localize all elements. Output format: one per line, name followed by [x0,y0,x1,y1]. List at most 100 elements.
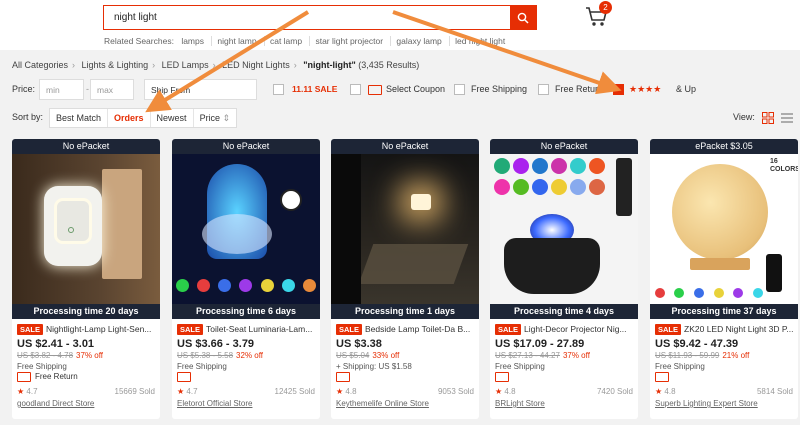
shipping-info: Free Shipping [655,362,705,371]
sort-options: Best Match Orders Newest Price ⇕ [49,108,238,128]
product-title[interactable]: Nightlight-Lamp Light-Sen... [46,324,151,334]
sale-checkbox[interactable] [273,84,284,95]
search-icon [517,12,529,24]
breadcrumb-item[interactable]: All Categories [12,60,68,70]
rating-value: 4.8 [345,387,357,396]
cart-count-badge: 2 [599,1,612,14]
star-icon: ★ [495,387,503,396]
sort-newest[interactable]: Newest [151,109,194,127]
original-price: US $5.38 - 5.58 [177,351,234,360]
ship-from-select[interactable]: Ship From [144,79,257,100]
sold-count: 9053 Sold [437,387,474,396]
related-search-link[interactable]: galaxy lamp [390,36,442,46]
view-label: View: [733,112,755,122]
sale-tag: SALE [17,324,44,335]
rating-checkbox[interactable] [613,84,624,95]
product-title[interactable]: ZK20 LED Night Light 3D P... [684,324,793,334]
related-search-link[interactable]: led night light [449,36,506,46]
shipping-band: ePacket $3.05 [650,139,798,154]
product-image[interactable]: 16 COLORS [650,154,798,304]
shipping-info: Free Shipping [495,362,545,371]
breadcrumb-item[interactable]: Lights & Lighting [82,60,149,70]
rating-value: 4.8 [504,387,516,396]
sale-tag: SALE [336,324,363,335]
coupon-icon [368,85,382,95]
star-icon: ★ [17,387,25,396]
sale-tag: SALE [655,324,682,335]
processing-time: Processing time 37 days [650,304,798,319]
product-card[interactable]: No ePacket Processing time 1 days SALE Be… [331,139,479,419]
store-link[interactable]: Keythemelife Online Store [336,399,474,408]
price-min-input[interactable]: min [39,79,84,100]
related-search-link[interactable]: cat lamp [263,36,303,46]
product-image[interactable] [12,154,160,304]
product-title[interactable]: Light-Decor Projector Nig... [524,324,627,334]
product-price: US $9.42 - 47.39 [655,338,739,350]
sort-label: Sort by: [12,112,44,122]
related-search-link[interactable]: lamps [181,36,204,46]
breadcrumb-item[interactable]: LED Night Lights [222,60,290,70]
discount: 37% off [562,351,590,360]
discount: 37% off [76,351,104,360]
related-search-link[interactable]: night lamp [211,36,257,46]
product-card[interactable]: No ePacket Processing time 6 days SALE To… [172,139,320,419]
product-image[interactable] [490,154,638,304]
filter-bar: Price: min - max Ship From 11.11 SALE Se… [12,79,792,101]
sort-price-label: Price [199,113,221,123]
sort-orders[interactable]: Orders [108,109,151,127]
related-searches-label: Related Searches: [104,36,174,46]
sort-price[interactable]: Price ⇕ [194,109,237,127]
shipping-band: No ePacket [331,139,479,154]
rating-value: 4.7 [186,387,198,396]
breadcrumb-item[interactable]: LED Lamps [162,60,209,70]
product-card[interactable]: ePacket $3.05 16 COLORS Processing time … [650,139,798,419]
price-label: Price: [12,84,36,94]
coupon-icon [336,372,350,383]
product-image[interactable] [331,154,479,304]
product-image[interactable] [172,154,320,304]
rating-stars: ★★★★ [629,84,662,94]
store-link[interactable]: BRLight Store [495,399,633,408]
product-price: US $2.41 - 3.01 [17,338,95,350]
processing-time: Processing time 20 days [12,304,160,319]
coupon-icon [495,372,509,383]
price-min-placeholder: min [46,85,60,95]
results-count: (3,435 Results) [358,60,420,70]
rating-value: 4.8 [664,387,676,396]
star-icon: ★ [336,387,344,396]
star-icon: ★ [177,387,185,396]
price-dash: - [86,84,89,94]
discount: 32% off [236,351,264,360]
rating-value: 4.7 [26,387,38,396]
star-icon: ★ [655,387,663,396]
store-link[interactable]: Superb Lighting Expert Store [655,399,793,408]
free-shipping-checkbox[interactable] [454,84,465,95]
product-card[interactable]: No ePacket Processing time 20 days SALE N… [12,139,160,419]
shipping-info: + Shipping: US $1.58 [336,362,412,371]
coupon-icon [655,372,669,383]
store-link[interactable]: goodland Direct Store [17,399,155,408]
original-price: US $5.04 [336,351,370,360]
store-link[interactable]: Eletorot Official Store [177,399,315,408]
processing-time: Processing time 4 days [490,304,638,319]
free-return-label: Free Return [555,84,604,94]
search-button[interactable] [510,6,536,29]
product-title[interactable]: Bedside Lamp Toilet-Da B... [365,324,470,334]
product-card[interactable]: No ePacket Processing time 4 days SALE Li… [490,139,638,419]
product-title[interactable]: Toilet-Seat Luminaria-Lam... [206,324,312,334]
related-search-link[interactable]: star light projector [309,36,384,46]
search-input[interactable] [104,6,509,29]
list-view-icon[interactable] [781,112,793,124]
price-max-input[interactable]: max [90,79,134,100]
grid-view-icon[interactable] [762,112,774,124]
processing-time: Processing time 1 days [331,304,479,319]
sold-count: 7420 Sold [596,387,633,396]
sale-badge: 11.11 SALE [292,84,338,94]
coupon-icon [17,372,31,383]
sort-best-match[interactable]: Best Match [50,109,109,127]
original-price: US $11.93 - 59.99 [655,351,720,360]
free-return-checkbox[interactable] [538,84,549,95]
price-max-placeholder: max [97,85,114,95]
coupon-checkbox[interactable] [350,84,361,95]
original-price: US $27.13 - 44.27 [495,351,560,360]
